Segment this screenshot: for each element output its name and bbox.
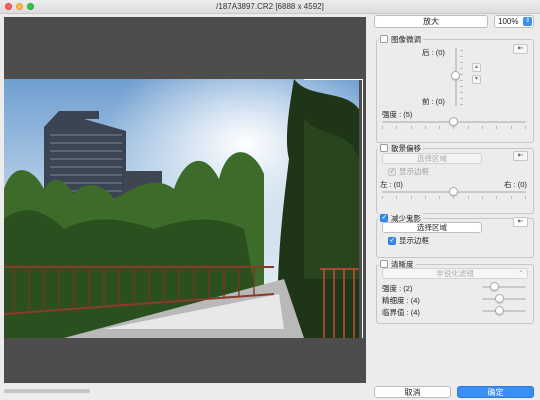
image-tilt-back-label: 后 : (0) <box>422 48 445 57</box>
bokeh-shift-knob[interactable] <box>449 187 458 196</box>
image-tilt-label: 图像微调 <box>391 34 421 44</box>
ghost-select-area-button[interactable]: 选择区域 <box>382 222 482 233</box>
horizontal-scrollbar[interactable] <box>4 388 366 394</box>
bokeh-shift-label: 散景偏移 <box>391 143 421 153</box>
sharpness-strength-knob[interactable] <box>490 282 499 291</box>
bokeh-shift-header: 散景偏移 <box>378 143 423 153</box>
bokeh-show-border-row: 显示边框 <box>388 166 429 177</box>
sharpness-threshold-knob[interactable] <box>495 306 504 315</box>
bokeh-shift-checkbox[interactable] <box>380 144 388 152</box>
chevron-updown-icon: ⇕ <box>523 17 532 26</box>
title-bar: /187A3897.CR2 [6888 x 4592] <box>0 0 540 14</box>
bokeh-shift-ticks <box>382 196 526 199</box>
sharpness-fineness-label: 精细度 : (4) <box>382 296 420 305</box>
sharpness-threshold-label: 临界值 : (4) <box>382 308 420 317</box>
image-tilt-strength-ticks <box>382 126 526 129</box>
sharpness-fineness-slider[interactable] <box>482 298 526 300</box>
zoom-level-select[interactable]: 100% ⇕ <box>494 15 534 28</box>
image-tilt-vertical-knob[interactable] <box>451 71 460 80</box>
ghost-show-border-checkbox[interactable] <box>388 236 396 245</box>
chevron-up-icon[interactable]: ▴ <box>472 63 481 72</box>
image-tilt-strength-label: 强度 : (5) <box>382 110 413 119</box>
sharpness-strength-label: 强度 : (2) <box>382 284 413 293</box>
sharpness-filter-value: 非锐化滤镜 <box>436 269 474 278</box>
sharpness-fineness-knob[interactable] <box>495 294 504 303</box>
zoom-button[interactable]: 放大 <box>374 15 488 28</box>
crop-border-right <box>362 79 363 338</box>
sharpness-threshold-slider[interactable] <box>482 310 526 312</box>
scrollbar-thumb[interactable] <box>4 389 90 393</box>
reset-icon[interactable]: ⇤ <box>513 151 528 161</box>
image-tilt-header: 图像微调 <box>378 34 423 44</box>
reset-icon[interactable]: ⇤ <box>513 217 528 227</box>
sharpness-filter-select[interactable]: 非锐化滤镜 ⌃ <box>382 268 528 279</box>
bokeh-select-area-button[interactable]: 选择区域 <box>382 153 482 164</box>
ok-button[interactable]: 确定 <box>457 386 534 398</box>
bokeh-show-border-checkbox[interactable] <box>388 167 396 176</box>
chevron-down-icon[interactable]: ▾ <box>472 75 481 84</box>
photo-preview <box>4 79 359 338</box>
bokeh-left-label: 左 : (0) <box>380 180 403 189</box>
sharpness-checkbox[interactable] <box>380 260 388 268</box>
crop-border-top <box>304 79 363 80</box>
reset-icon[interactable]: ⇤ <box>513 44 528 54</box>
ghost-show-border-label: 显示边框 <box>399 236 429 245</box>
image-tilt-checkbox[interactable] <box>380 35 388 43</box>
ghost-show-border-row: 显示边框 <box>388 235 429 246</box>
image-tilt-front-label: 前 : (0) <box>422 97 445 106</box>
image-preview[interactable] <box>4 17 366 383</box>
settings-panel: 放大 100% ⇕ 图像微调 ⇤ 后 : (0) ▴ ▾ 前 : (0) 强度 … <box>370 14 540 400</box>
cancel-button[interactable]: 取消 <box>374 386 451 398</box>
zoom-level-value: 100% <box>498 17 519 26</box>
ghost-reduction-checkbox[interactable] <box>380 213 388 222</box>
window-title: /187A3897.CR2 [6888 x 4592] <box>216 2 324 11</box>
sharpness-strength-slider[interactable] <box>482 286 526 288</box>
chevron-updown-icon: ⌃ <box>517 269 524 278</box>
bokeh-show-border-label: 显示边框 <box>399 167 429 176</box>
image-tilt-strength-knob[interactable] <box>449 117 458 126</box>
bokeh-right-label: 右 : (0) <box>504 180 527 189</box>
